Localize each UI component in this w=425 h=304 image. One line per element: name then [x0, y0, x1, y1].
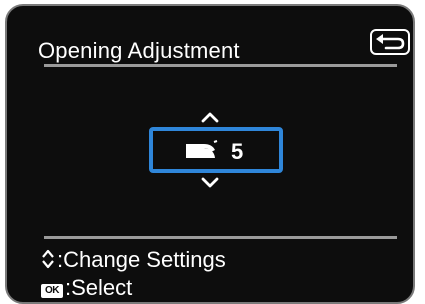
chevron-down-icon[interactable]	[200, 177, 220, 189]
setting-value: 5	[231, 139, 244, 164]
back-arrow-icon	[376, 34, 405, 50]
help-select: OK:Select	[41, 275, 132, 301]
opening-icon	[186, 140, 218, 158]
chevron-up-icon[interactable]	[200, 111, 220, 123]
help-divider	[44, 236, 397, 239]
help-change-settings: :Change Settings	[41, 247, 226, 273]
help-change-label: :Change Settings	[57, 247, 226, 272]
help-select-label: :Select	[65, 275, 133, 300]
page-title: Opening Adjustment	[38, 38, 240, 63]
opening-setting-selector[interactable]: 5	[149, 127, 283, 173]
title-divider	[44, 64, 397, 67]
ok-button-icon: OK	[41, 284, 63, 298]
updown-arrows-icon	[42, 249, 54, 269]
back-button[interactable]	[370, 29, 410, 55]
camera-menu-screen: Opening Adjustment 5 :Change Settings OK…	[5, 4, 415, 304]
